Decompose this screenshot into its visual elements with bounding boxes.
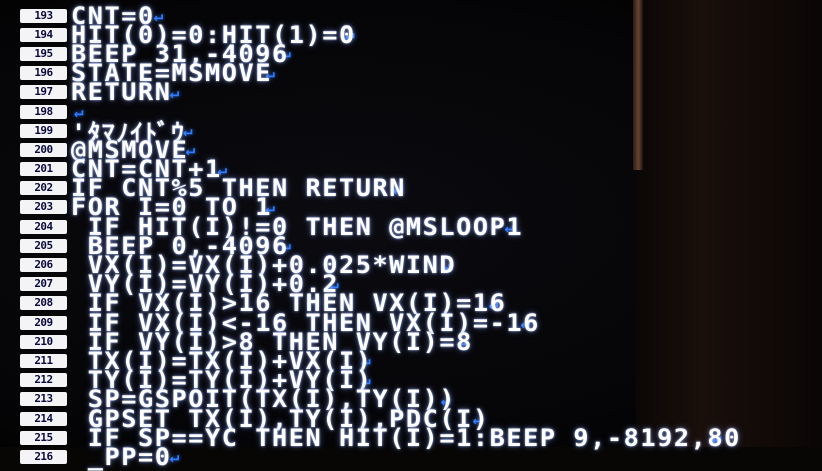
line-number: 206 bbox=[20, 258, 67, 273]
code-line[interactable]: 216 _PP=0 ↵ bbox=[0, 443, 822, 471]
line-number: 199 bbox=[20, 123, 67, 138]
line-number: 204 bbox=[20, 219, 67, 234]
line-number: 215 bbox=[20, 430, 67, 445]
line-number: 203 bbox=[20, 200, 67, 215]
code-text: _PP=0 bbox=[71, 442, 172, 471]
line-number: 216 bbox=[20, 449, 67, 464]
line-number: 212 bbox=[20, 373, 67, 388]
line-number: 209 bbox=[20, 315, 67, 330]
line-number: 208 bbox=[20, 296, 67, 311]
line-number: 214 bbox=[20, 411, 67, 426]
line-number: 200 bbox=[20, 142, 67, 157]
line-number: 201 bbox=[20, 162, 67, 177]
code-editor[interactable]: 193 CNT=0 ↵ 194 HIT(0)=0:HIT(1)=0 ↵ 195 BEEP … bbox=[0, 2, 822, 471]
line-number: 197 bbox=[20, 85, 67, 100]
line-number: 211 bbox=[20, 353, 67, 368]
code-line[interactable]: 197 RETURN ↵ bbox=[0, 78, 822, 106]
line-number: 213 bbox=[20, 392, 67, 407]
line-number: 205 bbox=[20, 238, 67, 253]
line-number: 196 bbox=[20, 66, 67, 81]
line-number: 195 bbox=[20, 46, 67, 61]
line-number: 198 bbox=[20, 104, 67, 119]
line-number: 210 bbox=[20, 334, 67, 349]
line-number: 194 bbox=[20, 27, 67, 42]
line-number: 193 bbox=[20, 8, 67, 23]
line-number: 207 bbox=[20, 277, 67, 292]
line-number: 202 bbox=[20, 181, 67, 196]
